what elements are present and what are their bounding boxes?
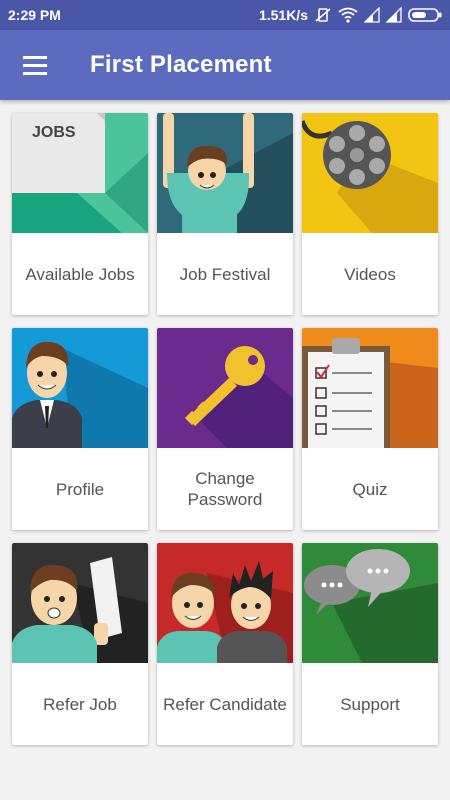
jobs-illustration: JOBS [12,113,148,233]
tile-label: Change Password [187,469,263,509]
tile-label: Job Festival [179,264,271,284]
tile-label: Refer Candidate [163,694,287,714]
key-illustration [157,328,293,448]
status-time: 2:29 PM [8,7,61,23]
hamburger-menu-icon[interactable] [18,50,52,80]
refer-job-illustration [12,543,148,663]
tile-quiz[interactable]: Quiz [302,328,438,530]
job-festival-illustration [157,113,293,233]
chat-bubbles-illustration [302,543,438,663]
vibrate-off-icon [315,8,331,22]
app-bar: First Placement [0,30,450,100]
app-title: First Placement [90,51,272,78]
tile-label: Available Jobs [25,264,135,284]
signal-icon [364,7,380,23]
tile-label: Profile [55,479,105,499]
network-speed: 1.51K/s [258,7,308,23]
profile-illustration [12,328,148,448]
checklist-illustration [302,328,438,448]
tile-videos[interactable]: Videos [302,113,438,315]
tile-label: Refer Job [43,694,117,714]
wifi-icon [338,7,358,23]
status-bar: 2:29 PM 1.51K/s [0,0,450,30]
tile-support[interactable]: Support [302,543,438,745]
signal-icon [386,7,402,23]
tile-change-password[interactable]: Change Password [157,328,293,530]
tile-profile[interactable]: Profile [12,328,148,530]
tile-available-jobs[interactable]: JOBS Available Jobs [12,113,148,315]
jobs-art-text: JOBS [32,124,76,141]
tile-refer-job[interactable]: Refer Job [12,543,148,745]
tile-job-festival[interactable]: Job Festival [157,113,293,315]
tile-label: Quiz [352,479,388,499]
battery-icon [408,8,442,22]
refer-candidate-illustration [157,543,293,663]
tile-label: Videos [344,264,396,284]
tile-label: Support [340,694,400,714]
film-reel-illustration [302,113,438,233]
tile-refer-candidate[interactable]: Refer Candidate [157,543,293,745]
status-icons: 1.51K/s [259,6,442,24]
